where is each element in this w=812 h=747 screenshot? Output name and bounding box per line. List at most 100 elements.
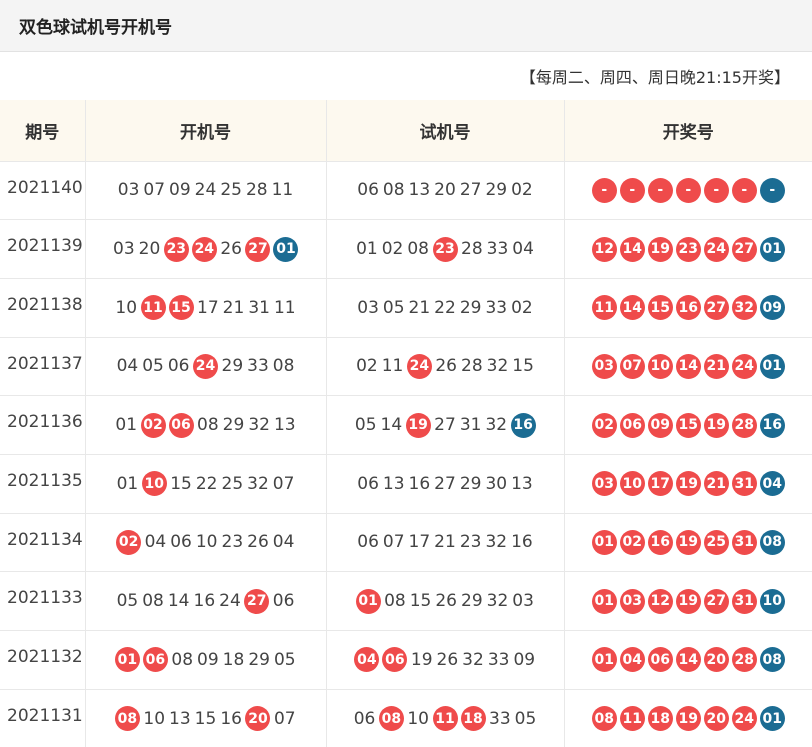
column-header-issue: 期号 <box>0 100 86 162</box>
red-ball: 09 <box>647 412 673 438</box>
red-ball: 10 <box>647 353 673 379</box>
column-header-kaijiang: 开奖号 <box>564 100 812 162</box>
plain-number: 01 <box>356 239 378 260</box>
plain-number: 13 <box>382 473 405 494</box>
red-ball: 11 <box>619 706 645 732</box>
draw-schedule-text: 【每周二、周四、周日晚21:15开奖】 <box>519 68 790 87</box>
plain-number: 23 <box>221 532 244 553</box>
kaijiang-numbers: ------- <box>564 161 812 221</box>
plain-number: 31 <box>459 415 482 436</box>
plain-number: 15 <box>409 591 432 612</box>
kaiji-number-list: 01 02 06 08 29 32 13 <box>113 412 297 438</box>
plain-number: 13 <box>408 180 431 201</box>
plain-number: 05 <box>514 708 537 729</box>
table-row: 2021139 03 20 23 24 26 27 01 01 02 08 23 28 33 04 12 14 1… <box>0 219 812 279</box>
plain-number: 11 <box>271 180 294 201</box>
red-ball: 28 <box>731 412 757 438</box>
plain-number: 20 <box>434 180 456 201</box>
red-ball: 01 <box>591 529 617 555</box>
kaijiang-numbers: 03 07 10 14 21 24 01 <box>564 337 812 397</box>
kaijiang-ball-list: 03 10 17 19 21 31 04 <box>590 471 786 497</box>
table-row: 2021136 01 02 06 08 29 32 13 05 14 19 27 31 32 16 02 06 0… <box>0 395 812 455</box>
blue-ball: 10 <box>759 588 785 614</box>
plain-number: 32 <box>485 532 508 553</box>
red-ball: 12 <box>647 588 673 614</box>
column-header-kaiji: 开机号 <box>85 100 327 162</box>
kaiji-numbers: 01 10 15 22 25 32 07 <box>85 454 327 514</box>
table-row: 2021132 01 06 08 09 18 29 05 04 06 19 26 32 33 09 01 04 0… <box>0 630 812 690</box>
kaiji-number-list: 08 10 13 15 16 20 07 <box>113 706 297 732</box>
plain-number: 33 <box>489 708 511 729</box>
red-highlight-ball: 18 <box>460 706 486 732</box>
plain-number: 08 <box>171 649 194 670</box>
kaiji-numbers: 03 07 09 24 25 28 11 <box>85 161 327 221</box>
plain-number: 02 <box>511 180 533 201</box>
plain-number: 32 <box>486 356 509 377</box>
plain-number: 28 <box>461 356 483 377</box>
plain-number: 32 <box>247 473 269 494</box>
plain-number: 33 <box>487 649 510 670</box>
red-ball: 03 <box>619 588 645 614</box>
blue-highlight-ball: 16 <box>510 412 536 438</box>
red-ball: 19 <box>675 706 701 732</box>
blue-ball: - <box>759 177 785 203</box>
plain-number: 15 <box>194 708 217 729</box>
shiji-numbers: 02 11 24 26 28 32 15 <box>326 337 565 397</box>
kaijiang-ball-list: 01 04 06 14 20 28 08 <box>590 647 786 673</box>
blue-ball: 01 <box>759 236 785 262</box>
shiji-numbers: 06 08 13 20 27 29 02 <box>326 161 565 221</box>
kaijiang-numbers: 12 14 19 23 24 27 01 <box>564 219 812 279</box>
kaiji-numbers: 01 06 08 09 18 29 05 <box>85 630 327 690</box>
plain-number: 14 <box>167 591 190 612</box>
red-ball: - <box>647 177 673 203</box>
table-row: 2021133 05 08 14 16 24 27 06 01 08 15 26 29 32 03 01 03 1… <box>0 571 812 631</box>
issue-number: 2021131 <box>0 689 86 747</box>
shiji-numbers: 01 08 15 26 29 32 03 <box>326 571 565 631</box>
plain-number: 32 <box>248 415 270 436</box>
plain-number: 07 <box>273 708 296 729</box>
red-highlight-ball: 10 <box>141 471 167 497</box>
shiji-numbers: 06 07 17 21 23 32 16 <box>326 513 565 573</box>
red-highlight-ball: 27 <box>245 236 271 262</box>
plain-number: 22 <box>195 473 218 494</box>
plain-number: 19 <box>410 649 433 670</box>
red-ball: 16 <box>647 529 673 555</box>
plain-number: 02 <box>511 297 533 318</box>
shiji-number-list: 06 13 16 27 29 30 13 <box>355 474 534 494</box>
plain-number: 24 <box>219 591 241 612</box>
plain-number: 17 <box>197 297 219 318</box>
plain-number: 08 <box>382 180 405 201</box>
red-ball: 01 <box>591 647 617 673</box>
plain-number: 01 <box>115 415 138 436</box>
red-ball: 21 <box>703 471 729 497</box>
shiji-number-list: 05 14 19 27 31 32 16 <box>353 412 537 438</box>
red-highlight-ball: 24 <box>191 236 217 262</box>
plain-number: 26 <box>435 591 457 612</box>
red-ball: 19 <box>675 529 701 555</box>
shiji-number-list: 01 08 15 26 29 32 03 <box>354 588 536 614</box>
plain-number: 33 <box>485 297 508 318</box>
red-highlight-ball: 08 <box>114 706 140 732</box>
kaijiang-ball-list: 08 11 18 19 20 24 01 <box>590 706 786 732</box>
plain-number: 29 <box>222 415 245 436</box>
plain-number: 06 <box>357 180 379 201</box>
plain-number: 09 <box>197 649 219 670</box>
plain-number: 26 <box>220 239 242 260</box>
plain-number: 06 <box>353 708 376 729</box>
plain-number: 29 <box>248 649 270 670</box>
kaiji-numbers: 03 20 23 24 26 27 01 <box>85 219 327 279</box>
plain-number: 25 <box>221 473 244 494</box>
blue-ball: 01 <box>759 353 785 379</box>
kaiji-numbers: 10 11 15 17 21 31 11 <box>85 278 327 338</box>
plain-number: 08 <box>272 356 295 377</box>
issue-number: 2021132 <box>0 630 86 690</box>
issue-number: 2021136 <box>0 395 86 455</box>
table-row: 2021131 08 10 13 15 16 20 07 06 08 10 11 18 33 05 08 11 1… <box>0 689 812 747</box>
issue-number: 2021133 <box>0 571 86 631</box>
plain-number: 29 <box>459 473 482 494</box>
plain-number: 29 <box>485 180 508 201</box>
red-ball: 19 <box>675 471 701 497</box>
red-ball: 23 <box>675 236 701 262</box>
plain-number: 04 <box>512 239 534 260</box>
table-header-row: 期号 开机号 试机号 开奖号 <box>0 100 812 162</box>
